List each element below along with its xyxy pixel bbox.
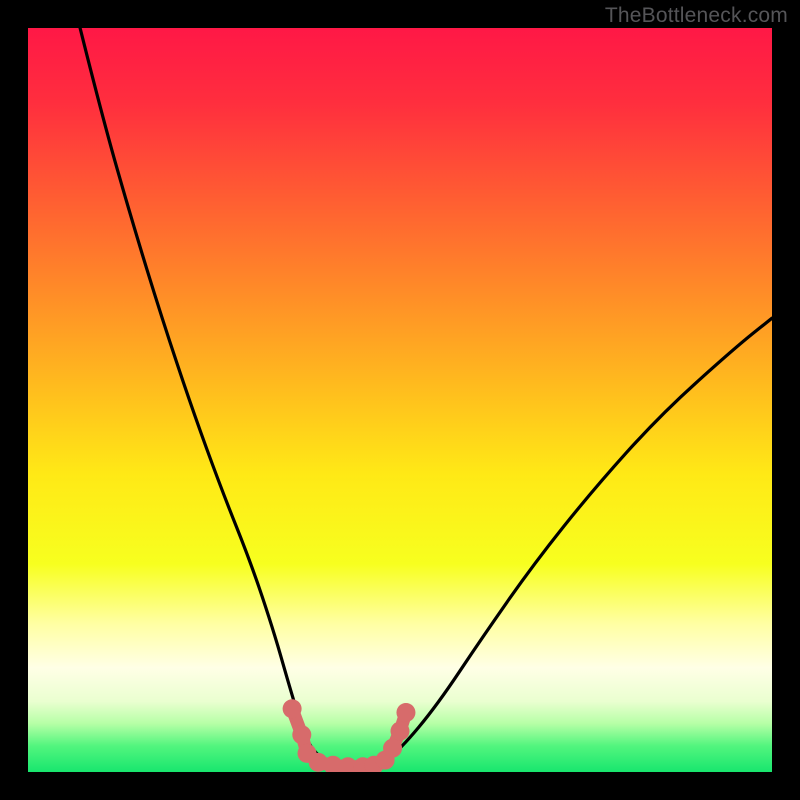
marker-dot [292, 725, 311, 744]
marker-dot [396, 703, 415, 722]
plot-area [28, 28, 772, 772]
marker-dot [383, 739, 402, 758]
bottleneck-curve [80, 28, 772, 768]
marker-dot [391, 722, 410, 741]
chart-frame: TheBottleneck.com [0, 0, 800, 800]
marker-dot [283, 699, 302, 718]
curve-markers [283, 699, 416, 772]
watermark-text: TheBottleneck.com [605, 4, 788, 28]
curve-layer [28, 28, 772, 772]
